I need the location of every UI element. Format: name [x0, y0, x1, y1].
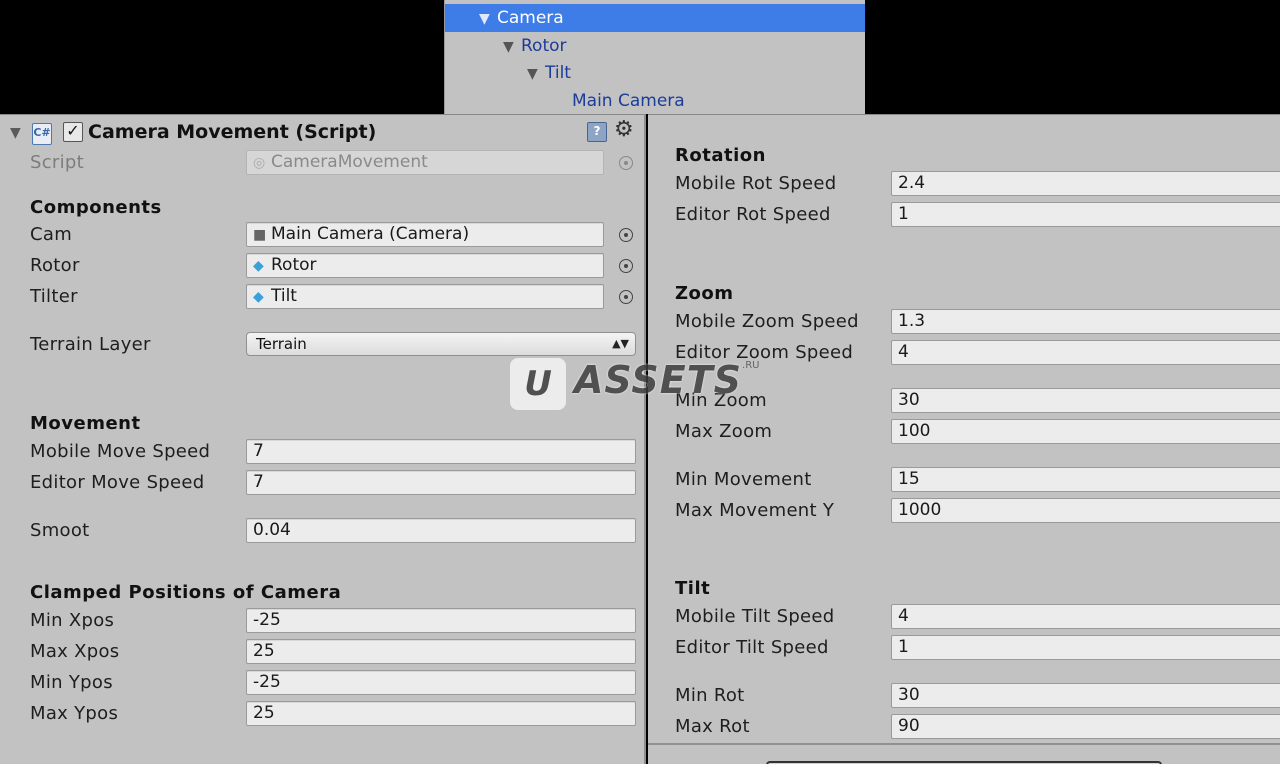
- mobile-zoom-speed-label: Mobile Zoom Speed: [675, 311, 859, 332]
- terrain-layer-label: Terrain Layer: [30, 334, 151, 355]
- rotor-field[interactable]: ◆ Rotor: [246, 253, 604, 278]
- object-picker-icon[interactable]: [619, 259, 633, 273]
- tilter-label: Tilter: [30, 286, 78, 307]
- max-rot-input[interactable]: 90: [891, 714, 1280, 739]
- min-ypos-input[interactable]: -25: [246, 670, 636, 695]
- hierarchy-panel: ▼ Camera ▼ Rotor ▼ Tilt Main Camera: [444, 0, 865, 114]
- inspector-right-panel: Rotation Mobile Rot Speed 2.4 Editor Rot…: [648, 114, 1280, 764]
- hierarchy-item-rotor[interactable]: ▼ Rotor: [445, 32, 865, 60]
- script-icon: ◎: [253, 155, 266, 171]
- gameobject-cube-icon: ◆: [253, 258, 264, 274]
- min-rot-label: Min Rot: [675, 685, 745, 706]
- editor-rot-speed-label: Editor Rot Speed: [675, 204, 831, 225]
- component-header: ▼ C# ✓ Camera Movement (Script) ? ⚙: [0, 115, 644, 153]
- script-field[interactable]: ◎ CameraMovement: [246, 150, 604, 175]
- hierarchy-item-camera[interactable]: ▼ Camera: [445, 4, 865, 32]
- max-ypos-input[interactable]: 25: [246, 701, 636, 726]
- movement-heading: Movement: [30, 413, 141, 434]
- min-zoom-input[interactable]: 30: [891, 388, 1280, 413]
- cam-label: Cam: [30, 224, 73, 245]
- smoot-input[interactable]: 0.04: [246, 518, 636, 543]
- min-xpos-input[interactable]: -25: [246, 608, 636, 633]
- mobile-zoom-speed-input[interactable]: 1.3: [891, 309, 1280, 334]
- max-xpos-label: Max Xpos: [30, 641, 120, 662]
- object-picker-icon[interactable]: [619, 156, 633, 170]
- mobile-tilt-speed-input[interactable]: 4: [891, 604, 1280, 629]
- dropdown-arrows-icon: ▲▼: [612, 337, 629, 350]
- inspector-left-panel: ▼ C# ✓ Camera Movement (Script) ? ⚙ Scri…: [0, 114, 646, 764]
- help-icon[interactable]: ?: [587, 122, 607, 142]
- gear-icon[interactable]: ⚙: [614, 117, 634, 142]
- foldout-arrow-icon[interactable]: ▼: [10, 125, 21, 141]
- cam-field[interactable]: ■ Main Camera (Camera): [246, 222, 604, 247]
- max-xpos-input[interactable]: 25: [246, 639, 636, 664]
- max-zoom-label: Max Zoom: [675, 421, 773, 442]
- gameobject-cube-icon: ◆: [253, 289, 264, 305]
- component-enabled-checkbox[interactable]: ✓: [63, 122, 83, 142]
- min-xpos-label: Min Xpos: [30, 610, 115, 631]
- mobile-rot-speed-input[interactable]: 2.4: [891, 171, 1280, 196]
- max-movement-y-input[interactable]: 1000: [891, 498, 1280, 523]
- smoot-label: Smoot: [30, 520, 90, 541]
- min-ypos-label: Min Ypos: [30, 672, 113, 693]
- min-zoom-label: Min Zoom: [675, 390, 767, 411]
- hierarchy-item-tilt[interactable]: ▼ Tilt: [445, 59, 865, 87]
- editor-tilt-speed-label: Editor Tilt Speed: [675, 637, 829, 658]
- mobile-tilt-speed-label: Mobile Tilt Speed: [675, 606, 835, 627]
- max-ypos-label: Max Ypos: [30, 703, 119, 724]
- component-title: Camera Movement (Script): [88, 121, 377, 143]
- mobile-move-speed-label: Mobile Move Speed: [30, 441, 211, 462]
- object-picker-icon[interactable]: [619, 228, 633, 242]
- editor-rot-speed-input[interactable]: 1: [891, 202, 1280, 227]
- mobile-rot-speed-label: Mobile Rot Speed: [675, 173, 837, 194]
- max-rot-label: Max Rot: [675, 716, 750, 737]
- editor-move-speed-input[interactable]: 7: [246, 470, 636, 495]
- clamped-positions-heading: Clamped Positions of Camera: [30, 582, 342, 603]
- tilt-heading: Tilt: [675, 578, 711, 599]
- panel-divider: [648, 743, 1280, 745]
- script-label: Script: [30, 152, 85, 173]
- terrain-layer-dropdown[interactable]: Terrain ▲▼: [246, 332, 636, 356]
- zoom-heading: Zoom: [675, 283, 734, 304]
- editor-zoom-speed-input[interactable]: 4: [891, 340, 1280, 365]
- mobile-move-speed-input[interactable]: 7: [246, 439, 636, 464]
- expand-arrow-icon[interactable]: ▼: [479, 5, 497, 33]
- max-zoom-input[interactable]: 100: [891, 419, 1280, 444]
- editor-tilt-speed-input[interactable]: 1: [891, 635, 1280, 660]
- object-picker-icon[interactable]: [619, 290, 633, 304]
- rotation-heading: Rotation: [675, 145, 766, 166]
- expand-arrow-icon[interactable]: ▼: [503, 33, 521, 61]
- min-movement-input[interactable]: 15: [891, 467, 1280, 492]
- components-heading: Components: [30, 197, 162, 218]
- expand-arrow-icon[interactable]: ▼: [527, 60, 545, 88]
- editor-move-speed-label: Editor Move Speed: [30, 472, 205, 493]
- hierarchy-item-main-camera[interactable]: Main Camera: [445, 87, 865, 115]
- rotor-label: Rotor: [30, 255, 80, 276]
- min-rot-input[interactable]: 30: [891, 683, 1280, 708]
- max-movement-y-label: Max Movement Y: [675, 500, 835, 521]
- min-movement-label: Min Movement: [675, 469, 812, 490]
- csharp-script-icon: C#: [32, 123, 52, 145]
- tilter-field[interactable]: ◆ Tilt: [246, 284, 604, 309]
- camera-icon: ■: [253, 227, 267, 243]
- editor-zoom-speed-label: Editor Zoom Speed: [675, 342, 854, 363]
